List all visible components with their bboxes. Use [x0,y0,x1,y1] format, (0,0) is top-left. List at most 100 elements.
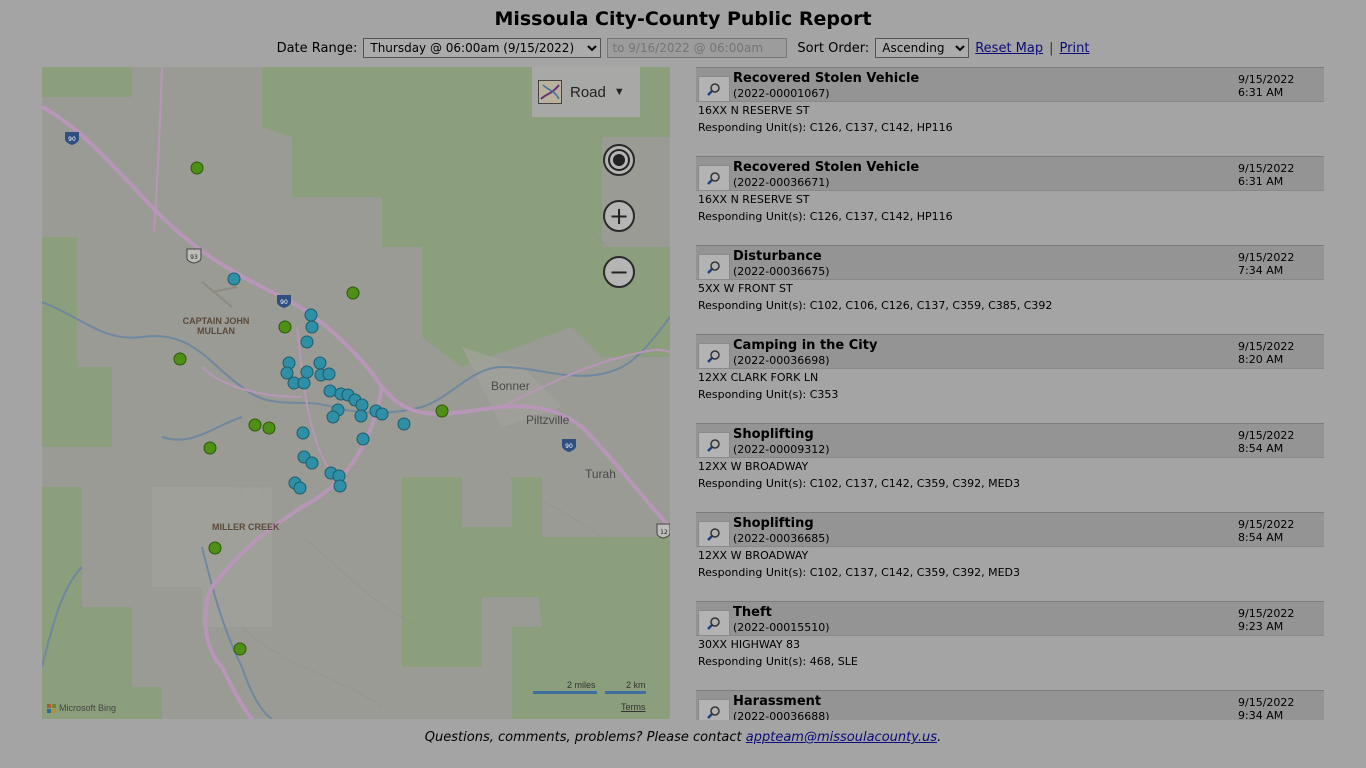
chevron-down-icon: ▼ [613,86,625,98]
blue-incident-pin[interactable] [293,481,307,495]
blue-incident-pin[interactable] [375,407,389,421]
zoom-out-button[interactable]: − [603,256,635,288]
locate-me-button[interactable] [603,144,635,176]
blue-incident-pin[interactable] [356,432,370,446]
bing-attribution: Microsoft Bing [47,703,116,713]
road-map-icon [538,80,562,104]
incident-type: Camping in the City [733,338,878,353]
magnifier-icon [707,261,720,274]
responding-units: Responding Unit(s): C126, C137, C142, HP… [698,121,953,134]
incident-header: Camping in the City (2022-00036698) 9/15… [696,335,1324,369]
incident-time: 8:20 AM [1238,353,1284,366]
magnifier-icon [707,617,720,630]
zoom-to-incident-button[interactable] [698,254,730,280]
blue-incident-pin[interactable] [354,409,368,423]
date-range-select[interactable]: Thursday @ 06:00am (9/15/2022) [363,38,602,58]
magnifier-icon [707,528,720,541]
green-incident-pin[interactable] [233,642,247,656]
blue-incident-pin[interactable] [333,479,347,493]
page-title: Missoula City-County Public Report [494,8,872,30]
incident-datetime: 9/15/2022 9:23 AM [1238,607,1294,633]
footer-end: . [937,730,942,745]
green-incident-pin[interactable] [435,404,449,418]
print-link[interactable]: Print [1060,41,1090,56]
blue-incident-pin[interactable] [300,365,314,379]
incident-row[interactable]: Shoplifting (2022-00036685) 9/15/2022 8:… [696,513,1324,602]
incident-date: 9/15/2022 [1238,696,1295,709]
green-incident-pin[interactable] [203,441,217,455]
incident-number: (2022-00036685) [733,532,830,545]
end-date-field[interactable] [607,38,788,58]
incident-header: Shoplifting (2022-00036685) 9/15/2022 8:… [696,513,1324,547]
blue-incident-pin[interactable] [322,367,336,381]
incident-number: (2022-00036675) [733,265,830,278]
blue-incident-pin[interactable] [305,456,319,470]
incident-header: Disturbance (2022-00036675) 9/15/2022 7:… [696,246,1324,280]
blue-incident-pin[interactable] [323,384,337,398]
incident-type: Harassment [733,694,822,709]
incident-address: 12XX CLARK FORK LN [698,371,819,384]
green-incident-pin[interactable] [208,541,222,555]
blue-incident-pin[interactable] [397,417,411,431]
zoom-to-incident-button[interactable] [698,521,730,547]
incident-address: 16XX N RESERVE ST [698,193,810,206]
contact-email-link[interactable]: appteam@missoulacounty.us [746,730,937,745]
blue-incident-pin[interactable] [300,335,314,349]
green-incident-pin[interactable] [248,418,262,432]
zoom-to-incident-button[interactable] [698,165,730,191]
incident-row[interactable]: Disturbance (2022-00036675) 9/15/2022 7:… [696,246,1324,335]
blue-incident-pin[interactable] [227,272,241,286]
blue-incident-pin[interactable] [313,356,327,370]
incident-date: 9/15/2022 [1238,251,1295,264]
blue-incident-pin[interactable] [297,376,311,390]
incident-map[interactable]: 90 90 90 93 12 Bonner Piltzville Turah C… [42,67,670,719]
responding-units: Responding Unit(s): C353 [698,388,839,401]
incident-row[interactable]: Recovered Stolen Vehicle (2022-00001067)… [696,68,1324,157]
blue-incident-pin[interactable] [296,426,310,440]
footer: Questions, comments, problems? Please co… [0,730,1366,745]
blue-incident-pin[interactable] [355,398,369,412]
incident-date: 9/15/2022 [1238,518,1295,531]
blue-incident-pin[interactable] [305,320,319,334]
zoom-to-incident-button[interactable] [698,610,730,636]
incident-pins[interactable] [42,67,670,719]
sort-order-select[interactable]: Ascending [875,38,970,58]
zoom-to-incident-button[interactable] [698,699,730,720]
incident-row[interactable]: Theft (2022-00015510) 9/15/2022 9:23 AM … [696,602,1324,691]
responding-units: Responding Unit(s): C102, C137, C142, C3… [698,566,1020,579]
incident-address: 16XX N RESERVE ST [698,104,810,117]
magnifier-icon [707,439,720,452]
incident-address: 12XX W BROADWAY [698,549,809,562]
incident-address: 5XX W FRONT ST [698,282,793,295]
incident-datetime: 9/15/2022 8:54 AM [1238,518,1294,544]
incident-datetime: 9/15/2022 9:34 AM [1238,696,1294,720]
zoom-to-incident-button[interactable] [698,432,730,458]
incident-datetime: 9/15/2022 6:31 AM [1238,162,1294,188]
green-incident-pin[interactable] [190,161,204,175]
incident-row[interactable]: Shoplifting (2022-00009312) 9/15/2022 8:… [696,424,1324,513]
incident-time: 9:23 AM [1238,620,1284,633]
green-incident-pin[interactable] [346,286,360,300]
green-incident-pin[interactable] [173,352,187,366]
incident-row[interactable]: Recovered Stolen Vehicle (2022-00036671)… [696,157,1324,246]
map-style-selector[interactable]: Road ▼ [532,67,640,117]
blue-incident-pin[interactable] [304,308,318,322]
zoom-to-incident-button[interactable] [698,343,730,369]
incident-header: Theft (2022-00015510) 9/15/2022 9:23 AM [696,602,1324,636]
zoom-to-incident-button[interactable] [698,76,730,102]
incident-row[interactable]: Camping in the City (2022-00036698) 9/15… [696,335,1324,424]
scale-miles-label: 2 miles [567,680,596,690]
incident-row[interactable]: Harassment (2022-00036688) 9/15/2022 9:3… [696,691,1324,720]
responding-units: Responding Unit(s): C102, C106, C126, C1… [698,299,1053,312]
report-controls: Date Range: Thursday @ 06:00am (9/15/202… [0,38,1366,58]
magnifier-icon [707,83,720,96]
incident-list[interactable]: Recovered Stolen Vehicle (2022-00001067)… [696,67,1324,720]
green-incident-pin[interactable] [262,421,276,435]
incident-number: (2022-00036688) [733,710,830,720]
reset-map-link[interactable]: Reset Map [975,41,1043,56]
blue-incident-pin[interactable] [326,410,340,424]
green-incident-pin[interactable] [278,320,292,334]
map-terms-link[interactable]: Terms [621,702,646,712]
incident-number: (2022-00036698) [733,354,830,367]
zoom-in-button[interactable]: + [603,200,635,232]
